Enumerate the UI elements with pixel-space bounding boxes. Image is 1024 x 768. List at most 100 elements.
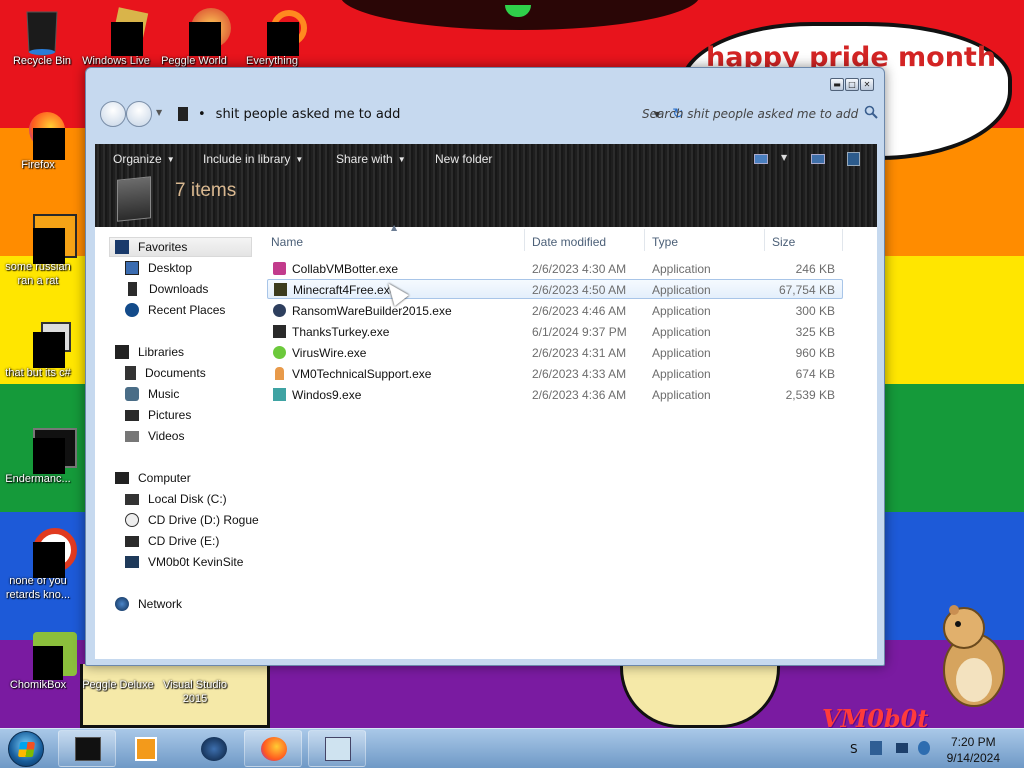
nav-pictures[interactable]: Pictures: [125, 406, 191, 424]
clock-date: 9/14/2024: [946, 751, 1000, 765]
cmd-icon: [75, 737, 101, 761]
start-button[interactable]: [8, 731, 44, 767]
nav-favorites[interactable]: Favorites: [115, 238, 187, 256]
nav-vm0b0t-site[interactable]: VM0b0t KevinSite: [125, 553, 243, 571]
turkey-app-icon: [273, 325, 286, 338]
computer-icon: [115, 472, 129, 484]
desktop-icon-recycle-bin[interactable]: Recycle Bin: [0, 8, 84, 68]
address-bar[interactable]: • shit people asked me to add ▼ ↻: [166, 102, 684, 126]
close-icon[interactable]: ✕: [860, 78, 874, 91]
taskbar-clock[interactable]: 7:20 PM 9/14/2024: [947, 734, 1000, 766]
file-row[interactable]: VM0TechnicalSupport.exe 2/6/2023 4:33 AM…: [267, 364, 843, 384]
chevron-down-icon: ▼: [166, 155, 175, 164]
file-date: 2/6/2023 4:31 AM: [532, 346, 627, 360]
file-row[interactable]: VirusWire.exe 2/6/2023 4:31 AM Applicati…: [267, 343, 843, 363]
taskbar-button-globe[interactable]: [184, 730, 242, 767]
explorer-content: Favorites Desktop Downloads Recent Place…: [95, 223, 877, 659]
tray-network-icon[interactable]: [870, 741, 882, 755]
file-type: Application: [652, 367, 711, 381]
desktop-icon-rat-program[interactable]: some russian ran a rat: [0, 214, 80, 288]
tray-monitor-icon[interactable]: [896, 743, 908, 753]
desktop-icon-peggle-world[interactable]: Peggle World: [152, 8, 236, 68]
share-with-button[interactable]: Share with ▼: [336, 152, 406, 166]
redaction-box: [33, 438, 65, 474]
network-globe-icon: [115, 597, 129, 611]
firefox-icon: [15, 112, 65, 160]
window-titlebar[interactable]: ▬ □ ✕: [86, 68, 884, 96]
desktop-icon-windows-live[interactable]: Windows Live: [74, 7, 158, 68]
new-folder-button[interactable]: New folder: [435, 152, 492, 166]
view-chevron-icon[interactable]: ▼: [781, 153, 787, 162]
column-separator[interactable]: [764, 229, 765, 251]
taskbar-button-notepad[interactable]: [308, 730, 366, 767]
desktop-icon-label: Peggle Deluxe: [82, 679, 154, 691]
search-icon[interactable]: [864, 105, 878, 122]
nav-label: Local Disk (C:): [148, 492, 227, 506]
preview-pane-icon[interactable]: [811, 154, 825, 164]
file-type: Application: [652, 262, 711, 276]
folder-large-icon: [117, 176, 151, 222]
include-in-library-button[interactable]: Include in library ▼: [203, 152, 303, 166]
nav-network[interactable]: Network: [115, 595, 182, 613]
ransomware-app-icon: [273, 304, 286, 317]
column-header-type[interactable]: Type: [652, 235, 678, 249]
view-options-icon[interactable]: [754, 154, 768, 164]
file-size: 246 KB: [795, 262, 835, 276]
file-row-selected[interactable]: Minecraft4Free.exe 2/6/2023 4:50 AM Appl…: [267, 279, 843, 299]
organize-button[interactable]: Organize ▼: [113, 152, 175, 166]
column-separator[interactable]: [842, 229, 843, 251]
file-row[interactable]: CollabVMBotter.exe 2/6/2023 4:30 AM Appl…: [267, 259, 843, 279]
desktop-icon-label-line2: 2015: [182, 693, 208, 705]
taskbar-button-media-player[interactable]: [118, 730, 176, 767]
nav-local-disk[interactable]: Local Disk (C:): [125, 490, 227, 508]
desktop-icon-endermanch[interactable]: Endermanc...: [0, 426, 80, 486]
desktop-icon-everything[interactable]: Everything: [230, 8, 314, 68]
nav-libraries[interactable]: Libraries: [115, 343, 184, 361]
nav-desktop[interactable]: Desktop: [125, 259, 192, 277]
nav-documents[interactable]: Documents: [125, 364, 206, 382]
file-row[interactable]: ThanksTurkey.exe 6/1/2024 9:37 PM Applic…: [267, 322, 843, 342]
minimize-icon[interactable]: ▬: [830, 78, 844, 91]
desktop-icon-that-but-its-csharp[interactable]: that but its c#: [0, 320, 80, 380]
search-input[interactable]: Search shit people asked me to add: [630, 102, 880, 126]
nav-videos[interactable]: Videos: [125, 427, 184, 445]
recent-places-icon: [125, 303, 139, 317]
desktop-icon-label: Firefox: [21, 159, 55, 171]
clock-time: 7:20 PM: [950, 735, 996, 749]
address-path: shit people asked me to add: [215, 106, 401, 122]
nav-cd-drive-e[interactable]: CD Drive (E:): [125, 532, 219, 550]
firefox-icon: [261, 737, 287, 761]
column-separator[interactable]: [644, 229, 645, 251]
nav-downloads[interactable]: Downloads: [125, 280, 208, 298]
notepad-icon: [325, 737, 351, 761]
forward-button[interactable]: [126, 101, 152, 127]
nav-music[interactable]: Music: [125, 385, 179, 403]
file-date: 2/6/2023 4:33 AM: [532, 367, 627, 381]
column-header-date-modified[interactable]: Date modified: [532, 235, 606, 249]
desktop-icon-firefox[interactable]: Firefox: [0, 112, 80, 172]
desktop-icon-chomikbox[interactable]: ChomikBox: [0, 632, 80, 692]
column-separator[interactable]: [524, 229, 525, 251]
nav-recent-places[interactable]: Recent Places: [125, 301, 225, 319]
maximize-icon[interactable]: □: [845, 78, 859, 91]
nav-computer[interactable]: Computer: [115, 469, 191, 487]
taskbar-button-cmd[interactable]: [58, 730, 116, 767]
recent-pages-chevron-icon[interactable]: ▼: [156, 108, 162, 117]
search-placeholder: Search shit people asked me to add: [642, 107, 859, 121]
navigation-pane: Favorites Desktop Downloads Recent Place…: [95, 227, 267, 659]
help-icon[interactable]: [847, 152, 860, 166]
taskbar-button-firefox[interactable]: [244, 730, 302, 767]
taskbar: S 7:20 PM 9/14/2024: [0, 728, 1024, 768]
column-header-name[interactable]: Name: [271, 235, 303, 249]
back-button[interactable]: [100, 101, 126, 127]
nav-cd-drive-d[interactable]: CD Drive (D:) Rogue: [125, 511, 259, 529]
videos-icon: [125, 430, 139, 442]
system-tray: S 7:20 PM 9/14/2024: [842, 729, 1024, 768]
file-row[interactable]: RansomWareBuilder2015.exe 2/6/2023 4:46 …: [267, 301, 843, 321]
tray-volume-icon[interactable]: [918, 741, 930, 755]
file-size: 2,539 KB: [785, 388, 835, 402]
desktop-icon-none-of-you[interactable]: none of you retards kno...: [0, 528, 80, 602]
column-header-size[interactable]: Size: [772, 235, 795, 249]
file-row[interactable]: Windos9.exe 2/6/2023 4:36 AM Application…: [267, 385, 843, 405]
file-date: 2/6/2023 4:46 AM: [532, 304, 627, 318]
